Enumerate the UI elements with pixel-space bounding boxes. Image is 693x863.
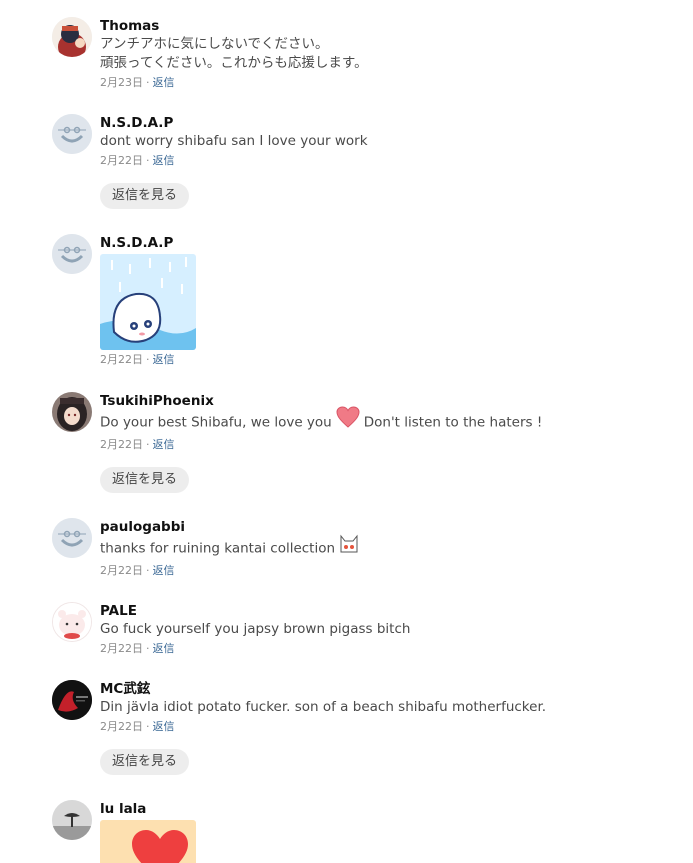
comment-date: 2月22日: [100, 154, 143, 167]
comment-text: Go fuck yourself you japsy brown pigass …: [100, 621, 411, 637]
comment-meta: 2月22日 · 返信: [100, 153, 670, 169]
meta-separator: ·: [146, 76, 150, 89]
comment-text-part: thanks for ruining kantai collection: [100, 540, 336, 557]
heart-icon: [336, 406, 360, 435]
user-avatar[interactable]: [52, 680, 92, 720]
default-avatar-icon: [52, 234, 92, 274]
comment-sticker[interactable]: [100, 820, 196, 863]
comment-meta: 2月22日 · 返信: [100, 641, 670, 657]
comment-meta: 2月22日 · 返信: [100, 352, 670, 368]
avatar-image-icon: [52, 17, 92, 57]
comment-meta: 2月22日 · 返信: [100, 719, 670, 735]
comment-text-part: Do your best Shibafu, we love you: [100, 414, 332, 431]
comment-author[interactable]: PALE: [100, 602, 670, 620]
avatar-image-icon: [52, 680, 92, 720]
meta-separator: ·: [146, 438, 150, 451]
view-replies-button[interactable]: 返信を見る: [100, 749, 190, 775]
avatar-image-icon: [52, 800, 92, 840]
cat-face-icon: [339, 532, 359, 561]
user-avatar[interactable]: [52, 234, 92, 274]
comment-date: 2月22日: [100, 564, 143, 577]
comment-meta: 2月23日 · 返信: [100, 75, 670, 91]
comment-author[interactable]: lu lala: [100, 800, 670, 818]
comment-author[interactable]: paulogabbi: [100, 518, 670, 536]
comment-author[interactable]: TsukihiPhoenix: [100, 392, 670, 410]
comment-author[interactable]: N.S.D.A.P: [100, 114, 670, 132]
reply-link[interactable]: 返信: [153, 438, 175, 451]
comment-text: thanks for ruining kantai collection: [100, 534, 670, 561]
user-avatar[interactable]: [52, 17, 92, 57]
meta-separator: ·: [146, 154, 150, 167]
reply-link[interactable]: 返信: [153, 720, 175, 733]
reply-link[interactable]: 返信: [153, 353, 175, 366]
meta-separator: ·: [146, 720, 150, 733]
meta-separator: ·: [146, 642, 150, 655]
comment-text: Do your best Shibafu, we love you Don't l…: [100, 406, 670, 435]
heart-sticker-icon: [100, 820, 196, 863]
comment-text: dont worry shibafu san I love your work: [100, 133, 368, 149]
view-replies-button[interactable]: 返信を見る: [100, 467, 190, 493]
comment-author[interactable]: Thomas: [100, 17, 670, 35]
reply-link[interactable]: 返信: [153, 642, 175, 655]
meta-separator: ·: [146, 564, 150, 577]
comment-text: Din jävla idiot potato fucker. son of a …: [100, 699, 547, 715]
comment-meta: 2月22日 · 返信: [100, 437, 670, 453]
user-avatar[interactable]: [52, 602, 92, 642]
reply-link[interactable]: 返信: [153, 154, 175, 167]
reply-link[interactable]: 返信: [153, 564, 175, 577]
user-avatar[interactable]: [52, 392, 92, 432]
avatar-image-icon: [53, 603, 91, 641]
user-avatar[interactable]: [52, 800, 92, 840]
reply-link[interactable]: 返信: [153, 76, 175, 89]
comment-author[interactable]: MC武鉉: [100, 680, 670, 698]
comment-text: アンチアホに気にしないでください。: [100, 36, 329, 52]
comment-date: 2月22日: [100, 642, 143, 655]
comment-date: 2月23日: [100, 76, 143, 89]
comment-text: 頑張ってください。これからも応援します。: [100, 55, 368, 71]
avatar-image-icon: [52, 392, 92, 432]
comment-date: 2月22日: [100, 720, 143, 733]
view-replies-button[interactable]: 返信を見る: [100, 183, 190, 209]
default-avatar-icon: [52, 518, 92, 558]
default-avatar-icon: [52, 114, 92, 154]
comment-author[interactable]: N.S.D.A.P: [100, 234, 670, 252]
comment-date: 2月22日: [100, 353, 143, 366]
comment-sticker[interactable]: [100, 254, 196, 350]
comment-date: 2月22日: [100, 438, 143, 451]
comment-meta: 2月22日 · 返信: [100, 563, 670, 579]
crying-ghost-sticker-icon: [100, 254, 196, 350]
comment-text-part: Don't listen to the haters !: [363, 414, 543, 431]
user-avatar[interactable]: [52, 114, 92, 154]
user-avatar[interactable]: [52, 518, 92, 558]
meta-separator: ·: [146, 353, 150, 366]
